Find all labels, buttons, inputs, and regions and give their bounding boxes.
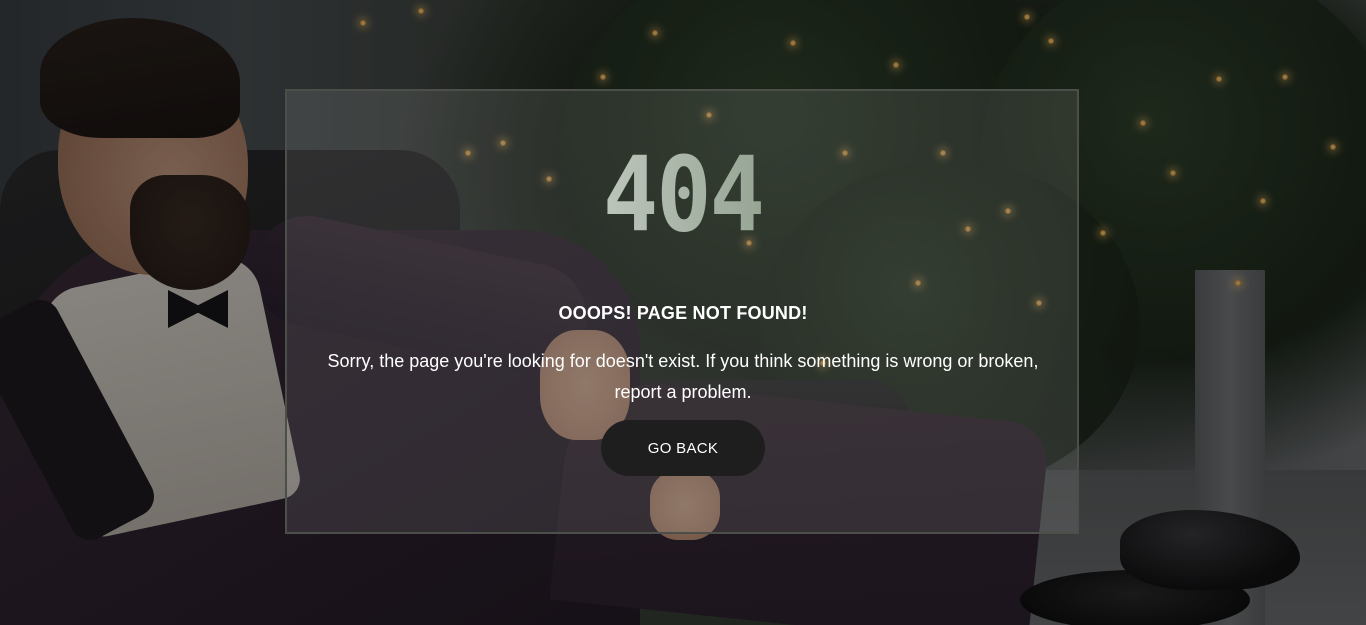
go-back-button[interactable]: GO BACK (601, 420, 765, 476)
error-message: Sorry, the page you're looking for doesn… (327, 351, 1039, 402)
error-page: 404 OOOPS! PAGE NOT FOUND! Sorry, the pa… (0, 0, 1366, 625)
error-code: 404 (0, 139, 1366, 252)
error-heading: OOOPS! PAGE NOT FOUND! (558, 303, 808, 323)
